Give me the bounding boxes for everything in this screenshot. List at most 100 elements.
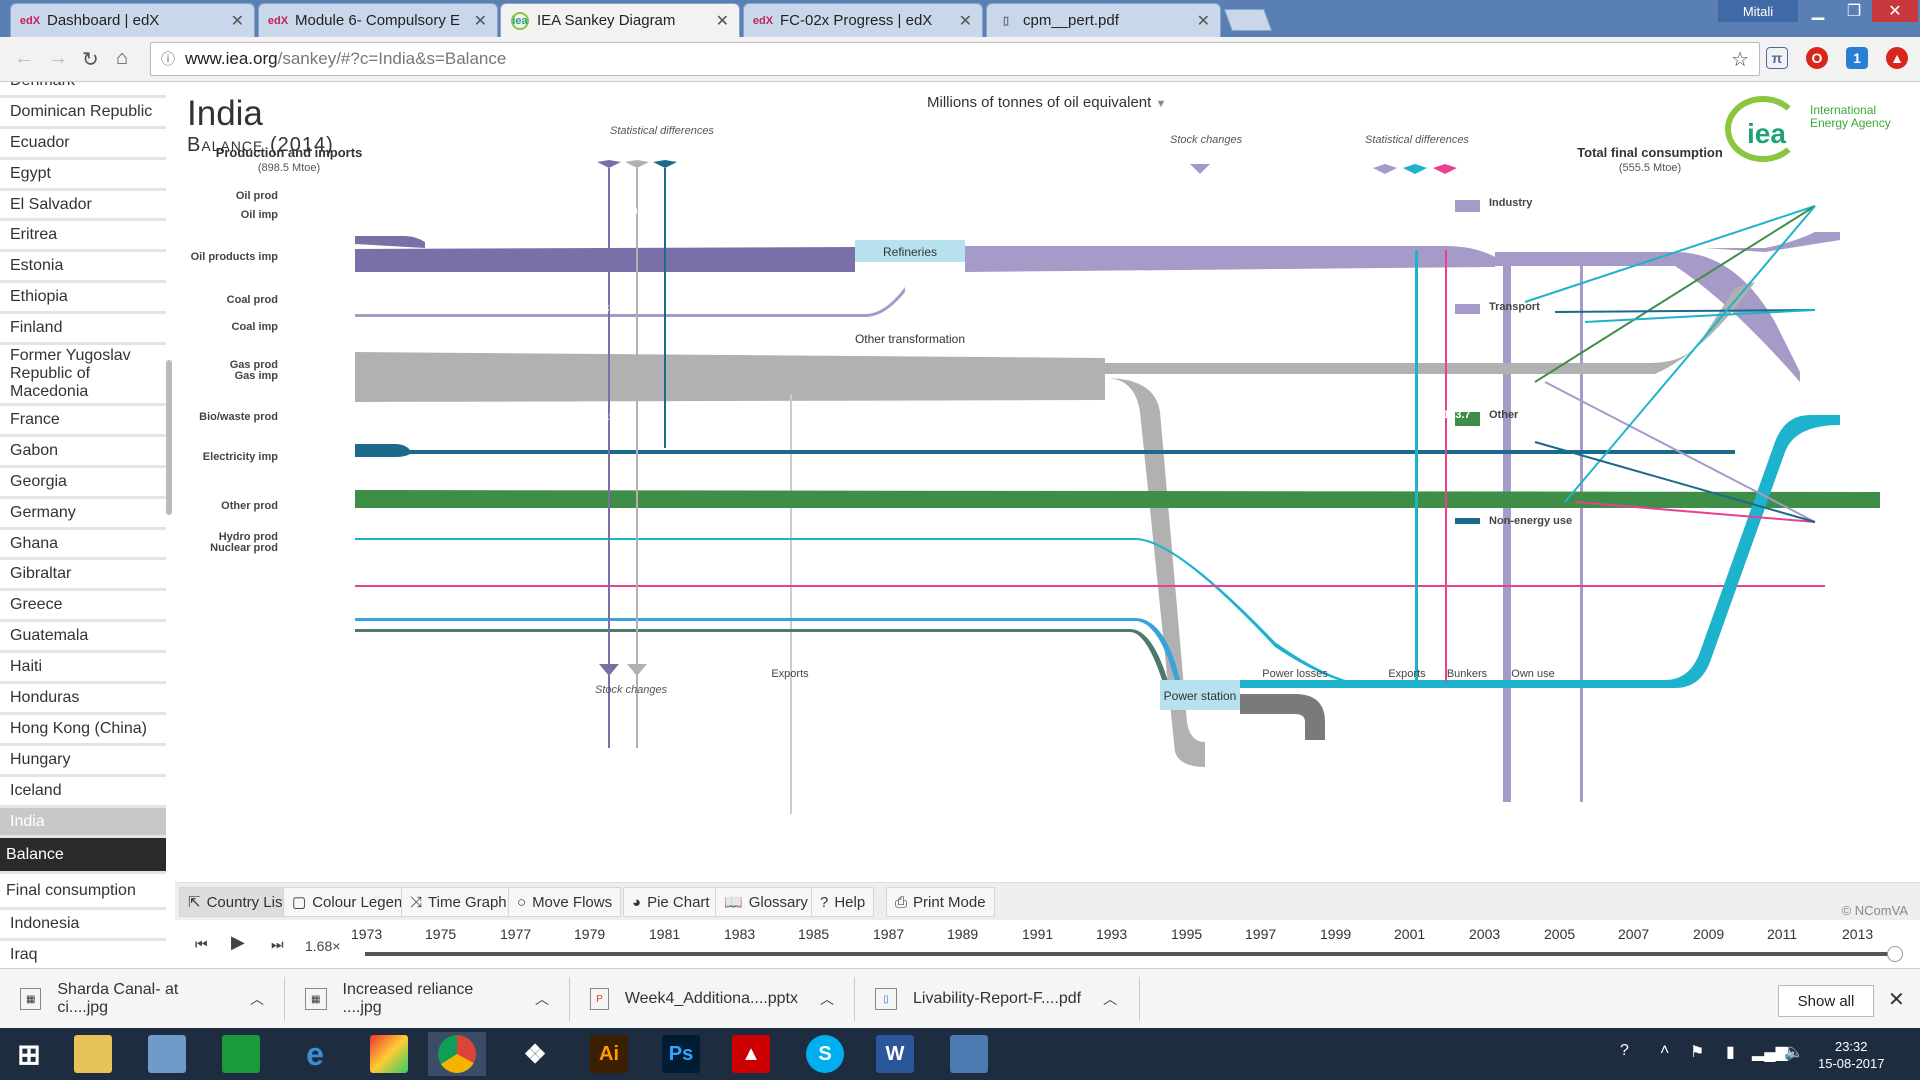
- country-item[interactable]: Finland: [0, 314, 166, 346]
- close-icon[interactable]: ✕: [959, 11, 972, 31]
- pie-chart-button[interactable]: ◕ Pie Chart: [623, 887, 719, 917]
- glossary-button[interactable]: 📖 Glossary: [715, 887, 817, 917]
- play-icon[interactable]: ▶: [231, 932, 245, 953]
- network-icon[interactable]: ▂▄▆: [1752, 1042, 1788, 1062]
- country-item[interactable]: Denmark: [0, 82, 166, 98]
- country-item[interactable]: Eritrea: [0, 221, 166, 253]
- download-item[interactable]: ▯ Livability-Report-F....pdf ︿: [855, 977, 1140, 1021]
- flow-coal-tfc[interactable]: [1105, 282, 1755, 374]
- extension-icon[interactable]: π: [1766, 47, 1788, 69]
- volume-icon[interactable]: 🔈: [1784, 1042, 1804, 1062]
- timeline-year[interactable]: 1991: [1022, 926, 1053, 942]
- flow-bunkers[interactable]: [1580, 262, 1583, 802]
- country-item[interactable]: Ghana: [0, 529, 166, 561]
- timeline-year[interactable]: 2013: [1842, 926, 1873, 942]
- skip-back-icon[interactable]: ⏮: [195, 936, 208, 953]
- playback-speed[interactable]: 1.68×: [305, 938, 340, 954]
- flow-electricity-tfc[interactable]: [1240, 415, 1840, 688]
- reload-icon[interactable]: ↻: [82, 47, 99, 72]
- timeline-year[interactable]: 2001: [1394, 926, 1425, 942]
- time-graph-button[interactable]: ⤨ Time Graph: [401, 887, 516, 917]
- flow-oil-exports[interactable]: [1503, 262, 1511, 802]
- country-item[interactable]: Germany: [0, 498, 166, 530]
- tab-iea-sankey[interactable]: iea IEA Sankey Diagram ✕: [500, 3, 740, 37]
- print-mode-button[interactable]: ⎙ Print Mode: [886, 887, 995, 917]
- skype-icon[interactable]: S: [796, 1032, 854, 1076]
- profile-button[interactable]: Mitali: [1718, 0, 1798, 22]
- chevron-up-icon[interactable]: ︿: [1103, 989, 1117, 1009]
- info-icon[interactable]: ⓘ: [151, 49, 185, 69]
- close-icon[interactable]: ✕: [1888, 987, 1905, 1012]
- country-item[interactable]: Ecuador: [0, 128, 166, 160]
- timeline-year[interactable]: 1997: [1245, 926, 1276, 942]
- extension-badge-icon[interactable]: 1: [1846, 47, 1868, 69]
- close-icon[interactable]: ✕: [1197, 11, 1210, 31]
- system-clock[interactable]: 23:32 15-08-2017: [1818, 1038, 1885, 1072]
- tab-module6[interactable]: edX Module 6- Compulsory E ✕: [258, 3, 498, 37]
- tab-cpm-pert[interactable]: ▯ cpm__pert.pdf ✕: [986, 3, 1221, 37]
- flow-oil-tfc[interactable]: [1495, 252, 1800, 382]
- timeline-year[interactable]: 2007: [1618, 926, 1649, 942]
- close-window-icon[interactable]: ✕: [1872, 0, 1918, 22]
- country-item[interactable]: Dominican Republic: [0, 97, 166, 129]
- country-item[interactable]: Gabon: [0, 436, 166, 468]
- store-icon[interactable]: [212, 1032, 270, 1076]
- timeline-year[interactable]: 2005: [1544, 926, 1575, 942]
- illustrator-icon[interactable]: Ai: [580, 1032, 638, 1076]
- flag-tray-icon[interactable]: ⚑: [1690, 1042, 1704, 1062]
- timeline-year[interactable]: 1981: [649, 926, 680, 942]
- tab-dashboard[interactable]: edX Dashboard | edX ✕: [10, 3, 255, 37]
- timeline-year[interactable]: 1995: [1171, 926, 1202, 942]
- show-all-button[interactable]: Show all: [1778, 985, 1874, 1017]
- adblock-icon[interactable]: ▲: [1886, 47, 1908, 69]
- country-item[interactable]: Hungary: [0, 745, 166, 777]
- sidebar-scrollbar[interactable]: [166, 360, 172, 515]
- word-icon[interactable]: W: [866, 1032, 924, 1076]
- flow-gas[interactable]: [355, 450, 1735, 454]
- file-explorer-icon[interactable]: [64, 1032, 122, 1076]
- timeline-year[interactable]: 1975: [425, 926, 456, 942]
- dropbox-icon[interactable]: ❖: [506, 1032, 564, 1076]
- back-icon[interactable]: ←: [14, 47, 34, 70]
- close-icon[interactable]: ✕: [716, 11, 729, 31]
- country-item[interactable]: Georgia: [0, 467, 166, 499]
- flow-bio[interactable]: [355, 490, 1880, 508]
- help-tray-icon[interactable]: ?: [1620, 1042, 1629, 1060]
- country-item[interactable]: Estonia: [0, 252, 166, 284]
- flow-elec-exports[interactable]: [1415, 250, 1418, 682]
- forward-icon[interactable]: →: [48, 47, 68, 70]
- view-balance[interactable]: Balance: [0, 838, 166, 875]
- bookmark-star-icon[interactable]: ☆: [1731, 47, 1749, 72]
- country-item[interactable]: Gibraltar: [0, 560, 166, 592]
- flow-electricity-imp[interactable]: [355, 538, 1375, 687]
- country-list-button[interactable]: ⇱ Country List: [179, 887, 296, 917]
- timeline-slider-handle[interactable]: [1887, 946, 1903, 962]
- tab-fc02x-progress[interactable]: edX FC-02x Progress | edX ✕: [743, 3, 983, 37]
- chevron-up-icon[interactable]: ︿: [535, 989, 549, 1009]
- photos-icon[interactable]: [138, 1032, 196, 1076]
- country-item[interactable]: Ethiopia: [0, 283, 166, 315]
- timeline-year[interactable]: 1985: [798, 926, 829, 942]
- close-icon[interactable]: ✕: [474, 11, 487, 31]
- country-item[interactable]: Indonesia: [0, 910, 166, 942]
- timeline-year[interactable]: 1993: [1096, 926, 1127, 942]
- photoshop-icon[interactable]: Ps: [652, 1032, 710, 1076]
- download-item[interactable]: P Week4_Additiona....pptx ︿: [570, 977, 855, 1021]
- move-flows-button[interactable]: ○ Move Flows: [508, 887, 622, 917]
- timeline-year[interactable]: 1979: [574, 926, 605, 942]
- download-item[interactable]: ▦ Increased reliance ....jpg ︿: [285, 977, 570, 1021]
- timeline-year[interactable]: 1983: [724, 926, 755, 942]
- paint-icon[interactable]: [360, 1032, 418, 1076]
- chrome-icon[interactable]: [428, 1032, 486, 1076]
- country-item[interactable]: Guatemala: [0, 622, 166, 654]
- country-item[interactable]: Former Yugoslav Republic of Macedonia: [0, 345, 166, 407]
- chevron-up-icon[interactable]: ︿: [250, 989, 264, 1009]
- flow-coal[interactable]: [355, 352, 1105, 402]
- country-item[interactable]: Iraq: [0, 941, 166, 968]
- timeline-track[interactable]: [365, 952, 1895, 956]
- country-item[interactable]: Haiti: [0, 653, 166, 685]
- minimize-icon[interactable]: ▁: [1800, 0, 1836, 22]
- country-item[interactable]: Greece: [0, 591, 166, 623]
- flow-other-bunkers[interactable]: [1445, 250, 1447, 682]
- flow-gas-prod[interactable]: [355, 444, 410, 457]
